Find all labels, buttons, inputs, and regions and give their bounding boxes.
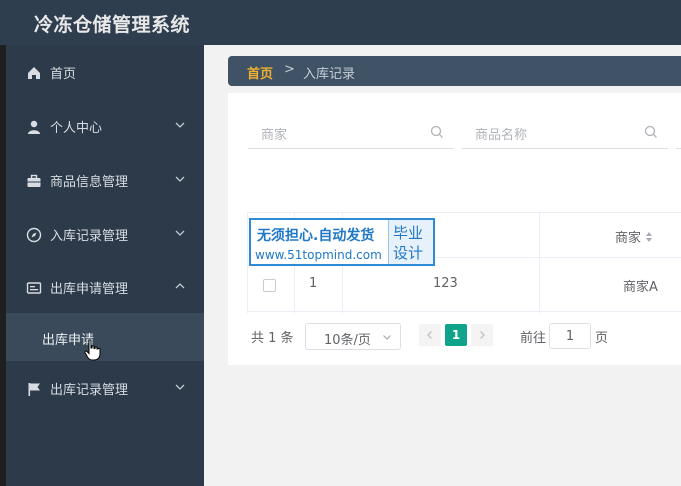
chevron-down-icon [175, 384, 185, 390]
chevron-left-icon [427, 331, 432, 339]
search-icon [644, 125, 657, 138]
prev-page-button[interactable] [419, 324, 441, 346]
sidebar-item-product-info[interactable]: 商品信息管理 [6, 153, 204, 207]
document-icon [26, 282, 42, 294]
row-index: 1 [309, 276, 318, 291]
sidebar-item-home[interactable]: 首页 [6, 45, 204, 99]
row-checkbox[interactable] [263, 279, 276, 292]
compass-icon [26, 227, 42, 243]
watermark-right1: 毕业 [393, 224, 424, 242]
hand-cursor-icon [84, 339, 101, 361]
main-content: 首页 > 入库记录 商家 商品名称 号 商家 1 123 商家A 无须担心.自动… [204, 45, 681, 486]
watermark-line2: www.51topmind.com [255, 248, 382, 262]
next-page-button[interactable] [471, 324, 493, 346]
sidebar-item-personal-center[interactable]: 个人中心 [6, 99, 204, 153]
sidebar-subitem-outbound-application[interactable]: 出库申请 [6, 313, 204, 361]
chevron-right-icon [480, 331, 485, 339]
sidebar: 首页 个人中心 商品信息管理 入库记录管理 出库申请管理 出库申请 出库记录管理 [0, 45, 204, 486]
row-merchant: 商家A [623, 280, 658, 295]
watermark-right2: 设计 [393, 244, 424, 262]
chevron-up-icon [175, 283, 185, 289]
third-search-input[interactable] [676, 115, 681, 149]
goto-label: 前往 [520, 331, 547, 346]
sidebar-item-label: 首页 [50, 67, 77, 82]
column-header-merchant[interactable]: 商家 [615, 227, 653, 246]
breadcrumb: 首页 > 入库记录 [228, 56, 681, 86]
page-size-select[interactable]: 10条/页 [305, 323, 401, 350]
chevron-down-icon [383, 335, 391, 340]
sort-icon [646, 232, 653, 242]
goto-suffix: 页 [595, 331, 609, 346]
top-bar: 冷冻仓储管理系统 [0, 0, 681, 45]
sidebar-item-outbound-records[interactable]: 出库记录管理 [6, 361, 204, 415]
table-row: 1 123 商家A [247, 258, 681, 312]
row-number: 123 [433, 276, 458, 291]
chevron-down-icon [175, 230, 185, 236]
briefcase-icon [27, 174, 41, 187]
column-divider [539, 213, 540, 313]
sidebar-item-inbound-records[interactable]: 入库记录管理 [6, 207, 204, 261]
home-icon [28, 67, 40, 79]
user-icon [28, 120, 40, 134]
flag-icon [28, 383, 40, 396]
search-placeholder: 商品名称 [475, 128, 528, 143]
page-number-active[interactable]: 1 [445, 324, 467, 346]
sidebar-item-label: 商品信息管理 [50, 175, 129, 190]
goto-page-value: 1 [565, 329, 575, 344]
column-header-label: 商家 [615, 231, 642, 246]
product-name-search-input[interactable]: 商品名称 [462, 115, 668, 149]
breadcrumb-separator: > [284, 62, 295, 77]
search-placeholder: 商家 [261, 128, 288, 143]
watermark-overlay: 无须担心.自动发货 www.51topmind.com 毕业 设计 [249, 218, 435, 266]
sidebar-item-label: 出库记录管理 [50, 383, 129, 398]
goto-page-input[interactable]: 1 [549, 323, 591, 349]
breadcrumb-current: 入库记录 [303, 67, 356, 82]
breadcrumb-home-link[interactable]: 首页 [247, 63, 273, 82]
chevron-down-icon [175, 122, 185, 128]
sidebar-item-label: 出库申请管理 [50, 282, 129, 297]
chevron-down-icon [175, 176, 185, 182]
app-title: 冷冻仓储管理系统 [34, 14, 191, 36]
search-icon [430, 125, 443, 138]
page-size-value: 10条/页 [324, 333, 371, 348]
sidebar-item-outbound-application[interactable]: 出库申请管理 [6, 260, 204, 314]
sidebar-item-label: 入库记录管理 [50, 229, 129, 244]
watermark-line1: 无须担心.自动发货 [257, 228, 375, 244]
pagination-total: 共 1 条 [251, 331, 294, 346]
sidebar-item-label: 个人中心 [50, 121, 103, 136]
merchant-search-input[interactable]: 商家 [248, 115, 454, 149]
column-divider [247, 213, 248, 313]
